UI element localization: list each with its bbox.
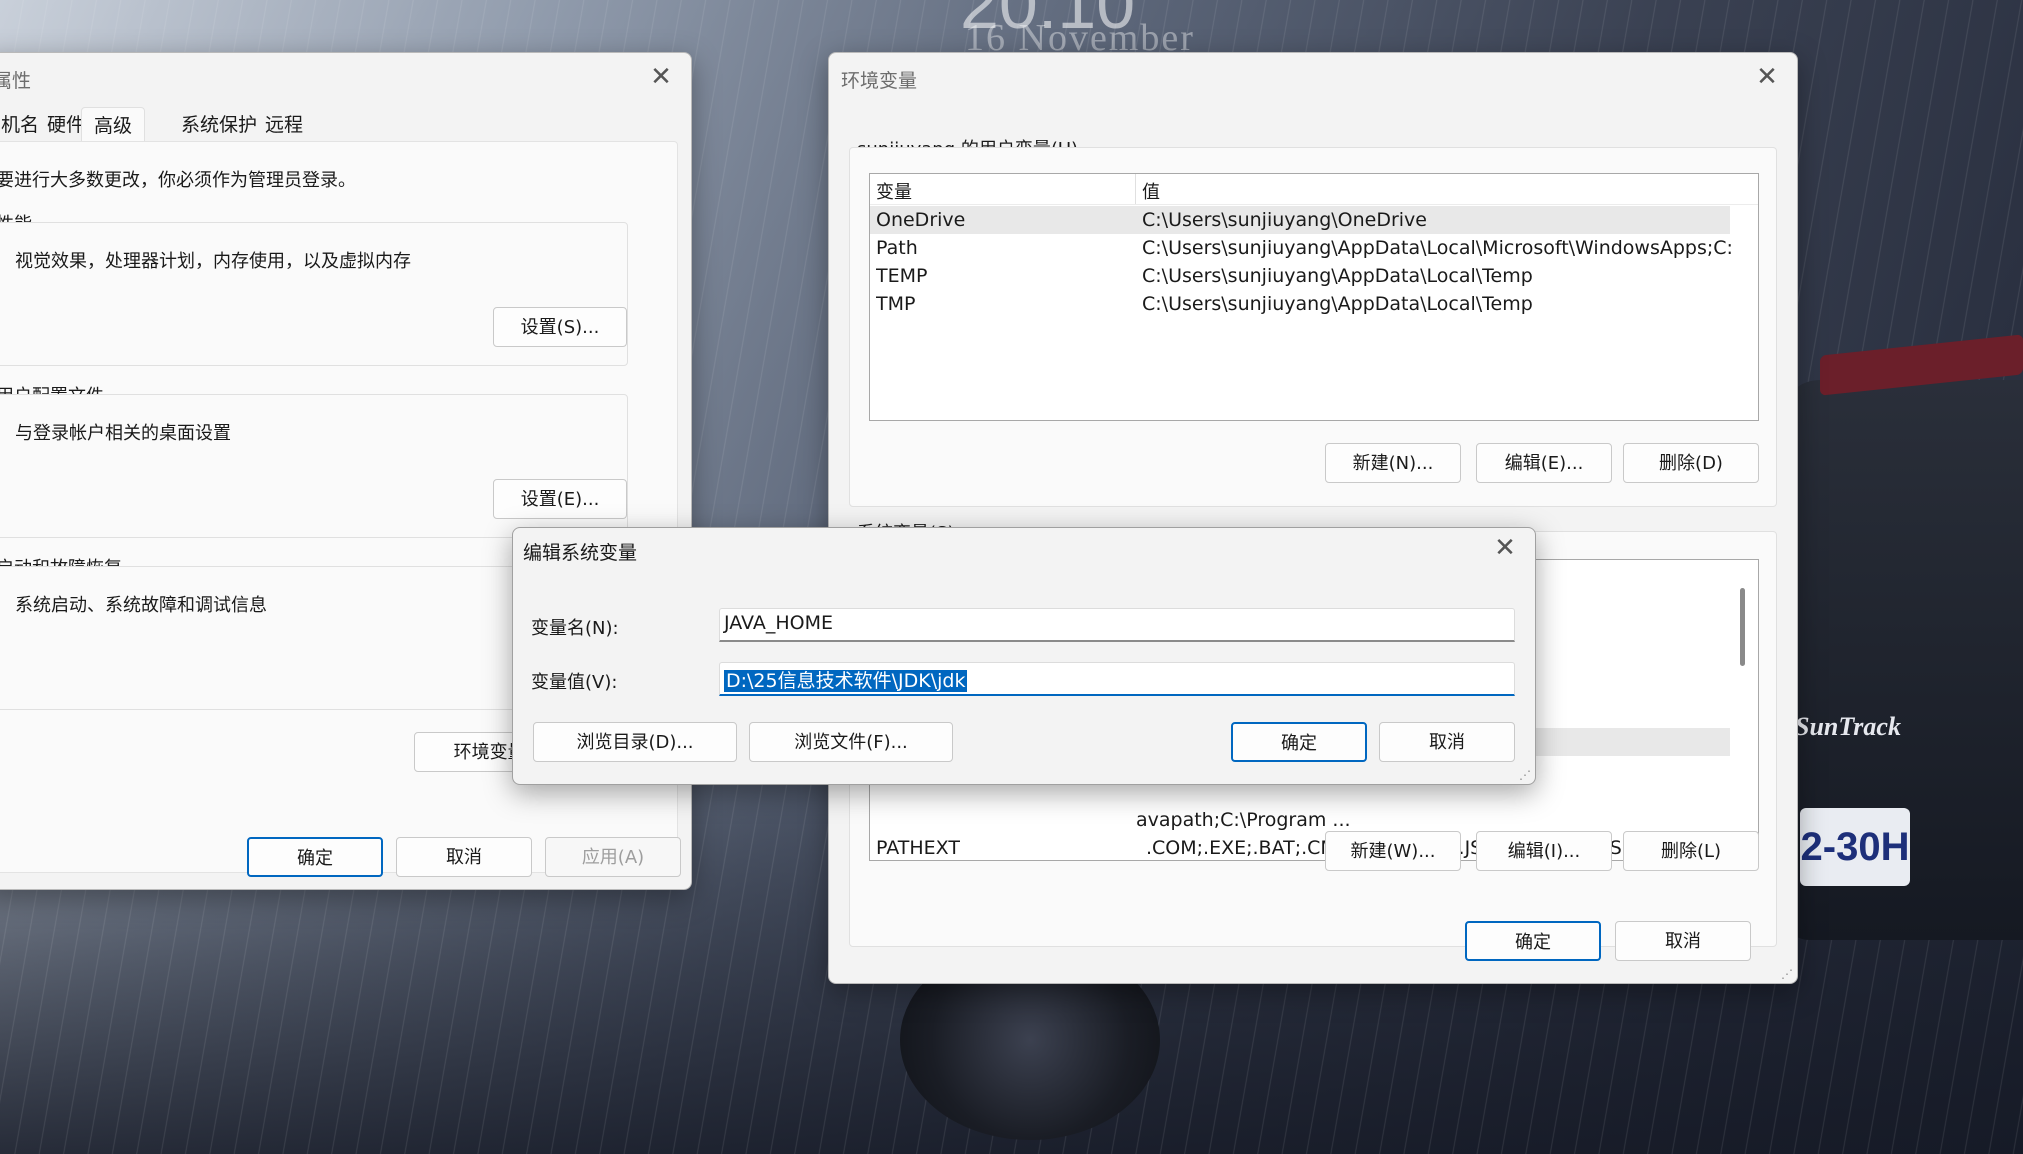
tab-computer-name[interactable]: 机名 bbox=[1, 107, 39, 143]
list-item[interactable]: OneDrive C:\Users\sunjiuyang\OneDrive bbox=[870, 206, 1730, 234]
user-edit-button[interactable]: 编辑(E)... bbox=[1476, 443, 1612, 483]
admin-note: 要进行大多数更改，你必须作为管理员登录。 bbox=[0, 170, 356, 191]
column-divider[interactable] bbox=[1135, 174, 1136, 204]
tab-advanced[interactable]: 高级 bbox=[81, 107, 146, 144]
var-name: PATHEXT bbox=[876, 837, 960, 859]
column-header-value[interactable]: 值 bbox=[1142, 178, 1160, 204]
title-bar[interactable]: 环境变量 ✕ bbox=[829, 53, 1797, 101]
close-icon[interactable]: ✕ bbox=[647, 63, 675, 91]
variable-name-field[interactable]: JAVA_HOME bbox=[719, 608, 1515, 642]
system-delete-button[interactable]: 删除(L) bbox=[1623, 831, 1759, 871]
var-name: TMP bbox=[876, 293, 916, 315]
user-profiles-group: 与登录帐户相关的桌面设置 设置(E)... bbox=[0, 394, 628, 538]
variable-value-text: D:\25信息技术软件\JDK\jdk bbox=[724, 666, 968, 693]
variable-name-label: 变量名(N): bbox=[531, 618, 619, 639]
var-name: TEMP bbox=[876, 265, 928, 287]
cancel-button[interactable]: 取消 bbox=[1379, 722, 1515, 762]
scrollbar-thumb[interactable] bbox=[1740, 588, 1745, 666]
performance-settings-button[interactable]: 设置(S)... bbox=[493, 307, 627, 347]
user-variables-list[interactable]: 变量 值 OneDrive C:\Users\sunjiuyang\OneDri… bbox=[869, 173, 1759, 421]
environment-variables-window: 环境变量 ✕ sunjiuyang 的用户变量(U) 变量 值 OneDrive… bbox=[828, 52, 1798, 984]
variable-name-value: JAVA_HOME bbox=[724, 612, 833, 634]
var-value: avapath;C:\Program ... bbox=[1136, 809, 1351, 831]
column-header-name[interactable]: 变量 bbox=[876, 178, 912, 204]
user-profiles-settings-button[interactable]: 设置(E)... bbox=[493, 479, 627, 519]
close-icon[interactable]: ✕ bbox=[1491, 534, 1519, 562]
system-new-button[interactable]: 新建(W)... bbox=[1325, 831, 1461, 871]
ok-button[interactable]: 确定 bbox=[1231, 722, 1367, 762]
var-name: Path bbox=[876, 237, 918, 259]
list-item[interactable]: TMP C:\Users\sunjiuyang\AppData\Local\Te… bbox=[870, 290, 1730, 318]
license-plate: 2-30H bbox=[1800, 808, 1910, 886]
car-brand-decal: SunTrack bbox=[1795, 712, 1901, 741]
system-edit-button[interactable]: 编辑(I)... bbox=[1476, 831, 1612, 871]
resize-grip-icon[interactable]: ⋰ bbox=[1781, 967, 1795, 981]
var-value: C:\Users\sunjiuyang\AppData\Local\Temp bbox=[1142, 293, 1533, 315]
performance-group: 视觉效果，处理器计划，内存使用，以及虚拟内存 设置(S)... bbox=[0, 222, 628, 366]
close-icon[interactable]: ✕ bbox=[1753, 63, 1781, 91]
user-delete-button[interactable]: 删除(D) bbox=[1623, 443, 1759, 483]
list-item[interactable]: TEMP C:\Users\sunjiuyang\AppData\Local\T… bbox=[870, 262, 1730, 290]
variable-value-label: 变量值(V): bbox=[531, 672, 618, 693]
variable-value-field[interactable]: D:\25信息技术软件\JDK\jdk bbox=[719, 662, 1515, 696]
list-header: 变量 值 bbox=[870, 174, 1758, 205]
dialog-title: 编辑系统变量 bbox=[523, 542, 638, 564]
user-new-button[interactable]: 新建(N)... bbox=[1325, 443, 1461, 483]
title-bar[interactable]: 编辑系统变量 ✕ bbox=[513, 528, 1535, 576]
window-title: 环境变量 bbox=[841, 70, 918, 92]
var-value: C:\Users\sunjiuyang\OneDrive bbox=[1142, 209, 1427, 231]
cancel-button[interactable]: 取消 bbox=[1615, 921, 1751, 961]
apply-button[interactable]: 应用(A) bbox=[545, 837, 681, 877]
performance-desc: 视觉效果，处理器计划，内存使用，以及虚拟内存 bbox=[15, 251, 411, 272]
resize-grip-icon[interactable]: ⋰ bbox=[1519, 768, 1533, 782]
tab-system-protection[interactable]: 系统保护 bbox=[181, 107, 257, 143]
user-profiles-desc: 与登录帐户相关的桌面设置 bbox=[15, 423, 231, 444]
edit-system-variable-dialog: 编辑系统变量 ✕ 变量名(N): JAVA_HOME 变量值(V): D:\25… bbox=[512, 527, 1536, 785]
startup-recovery-desc: 系统启动、系统故障和调试信息 bbox=[15, 595, 267, 616]
window-title: 属性 bbox=[0, 70, 32, 92]
ok-button[interactable]: 确定 bbox=[247, 837, 383, 877]
ok-button[interactable]: 确定 bbox=[1465, 921, 1601, 961]
title-bar[interactable]: 属性 ✕ bbox=[0, 53, 691, 101]
list-item[interactable]: avapath;C:\Program ... bbox=[870, 806, 1730, 834]
var-name: OneDrive bbox=[876, 209, 966, 231]
tab-remote[interactable]: 远程 bbox=[265, 107, 303, 143]
list-item[interactable]: Path C:\Users\sunjiuyang\AppData\Local\M… bbox=[870, 234, 1732, 262]
browse-directory-button[interactable]: 浏览目录(D)... bbox=[533, 722, 737, 762]
tab-hardware[interactable]: 硬件 bbox=[47, 107, 85, 143]
cancel-button[interactable]: 取消 bbox=[396, 837, 532, 877]
var-value: C:\Users\sunjiuyang\AppData\Local\Temp bbox=[1142, 265, 1533, 287]
browse-file-button[interactable]: 浏览文件(F)... bbox=[749, 722, 953, 762]
var-value: C:\Users\sunjiuyang\AppData\Local\Micros… bbox=[1142, 237, 1732, 259]
selected-text: D:\25信息技术软件\JDK\jdk bbox=[724, 670, 968, 692]
